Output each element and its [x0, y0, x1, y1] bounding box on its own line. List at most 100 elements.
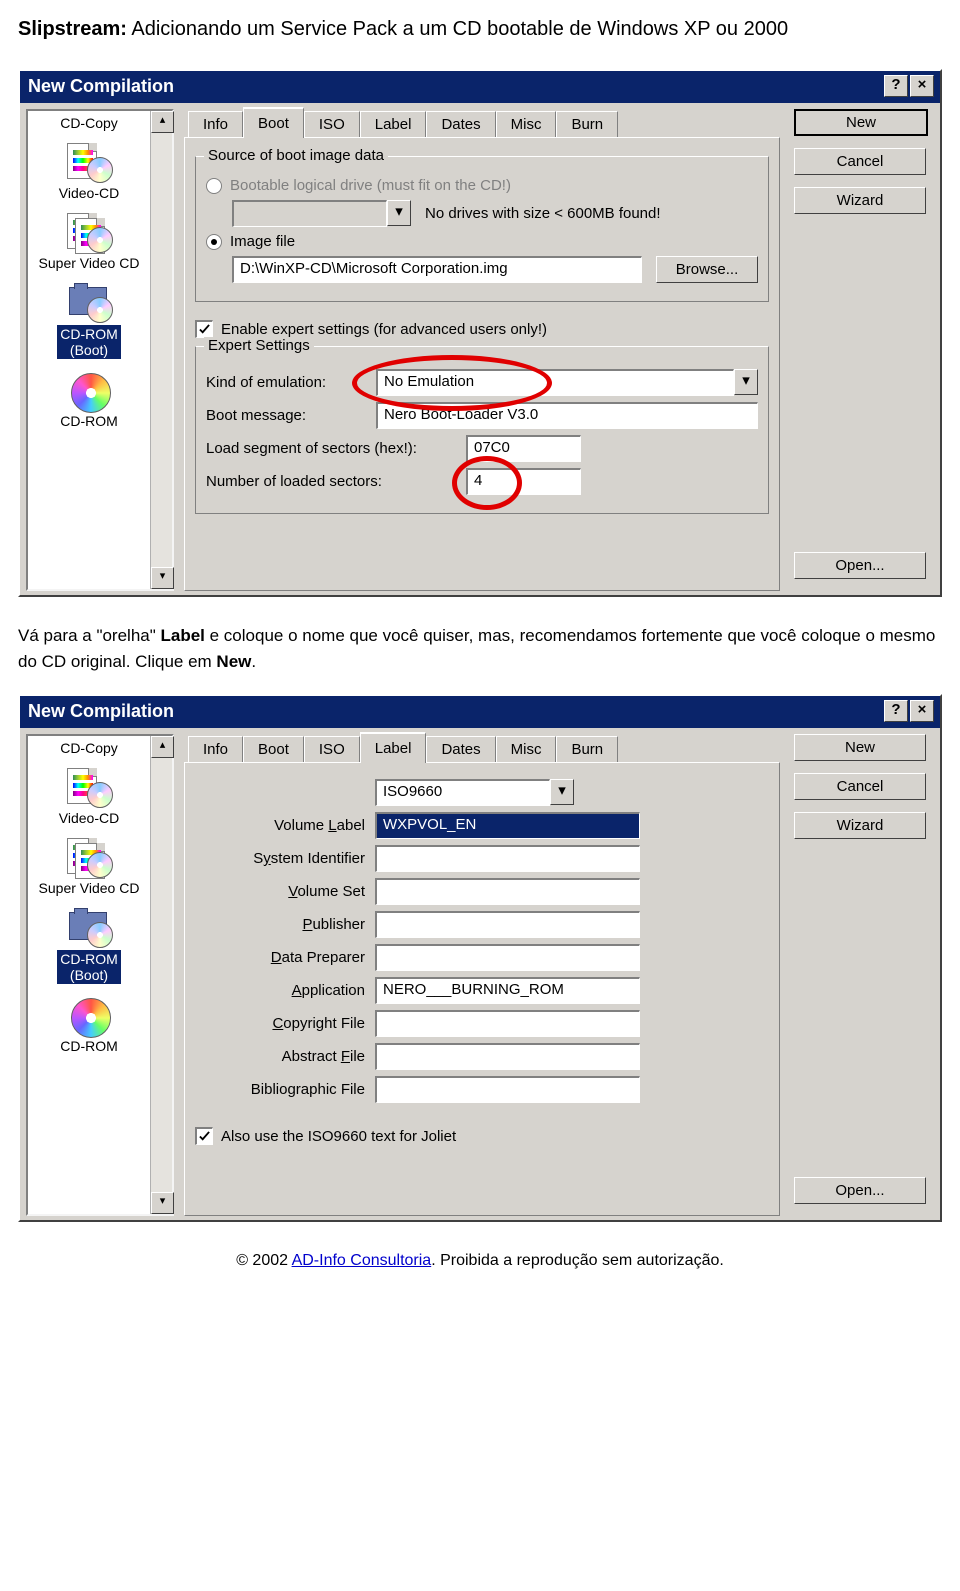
window-title: New Compilation: [28, 76, 174, 97]
type-sidebar: CD-Copy Video-CD: [26, 734, 174, 1216]
system-identifier-input[interactable]: [375, 845, 640, 872]
system-identifier-label: System Identifier: [195, 850, 375, 867]
drive-combo-dropdown: ▾: [387, 200, 411, 226]
page-heading: Slipstream: Adicionando um Service Pack …: [18, 18, 942, 41]
enable-expert-checkbox[interactable]: [195, 320, 213, 338]
tab-info[interactable]: Info: [188, 111, 243, 137]
bibliographic-file-label: Bibliographic File: [195, 1081, 375, 1098]
sidebar-item-cdcopy[interactable]: CD-Copy: [30, 738, 148, 762]
close-button[interactable]: ×: [910, 75, 934, 97]
footer-link[interactable]: AD-Info Consultoria: [292, 1252, 432, 1269]
radio-logical-drive: Bootable logical drive (must fit on the …: [206, 177, 758, 194]
cdrom-icon: [65, 996, 113, 1036]
cdromboot-icon: [65, 908, 113, 948]
volume-label-label: Volume Label: [195, 817, 375, 834]
tab-info[interactable]: Info: [188, 736, 243, 762]
cdromboot-icon: [65, 283, 113, 323]
boot-message-label: Boot message:: [206, 407, 376, 424]
num-sectors-label: Number of loaded sectors:: [206, 473, 466, 490]
type-sidebar: CD-Copy Video-CD: [26, 109, 174, 591]
abstract-file-input[interactable]: [375, 1043, 640, 1070]
data-preparer-label: Data Preparer: [195, 949, 375, 966]
enable-expert-label: Enable expert settings (for advanced use…: [221, 321, 547, 338]
cancel-button[interactable]: Cancel: [794, 773, 926, 800]
tab-misc[interactable]: Misc: [496, 111, 557, 137]
videocd-icon: [65, 768, 113, 808]
highlight-sectors: [452, 456, 522, 510]
sidebar-item-cdromboot[interactable]: CD-ROM (Boot): [30, 902, 148, 990]
nero-dialog-boot: New Compilation ? × CD-Copy Video-CD: [18, 69, 942, 597]
cancel-button[interactable]: Cancel: [794, 148, 926, 175]
tab-label[interactable]: Label: [360, 111, 427, 137]
tab-boot[interactable]: Boot: [243, 736, 304, 762]
volume-label-input[interactable]: WXPVOL_EN: [375, 812, 640, 839]
load-segment-label: Load segment of sectors (hex!):: [206, 440, 466, 457]
nero-dialog-label: New Compilation ? × CD-Copy Video-CD: [18, 694, 942, 1222]
videocd-icon: [65, 143, 113, 183]
sidebar-scrollbar[interactable]: ▴ ▾: [150, 111, 172, 589]
page-footer: © 2002 AD-Info Consultoria. Proibida a r…: [18, 1252, 942, 1270]
also-joliet-checkbox[interactable]: [195, 1127, 213, 1145]
abstract-file-label: Abstract File: [195, 1048, 375, 1065]
open-button[interactable]: Open...: [794, 1177, 926, 1204]
scroll-down-button[interactable]: ▾: [151, 1192, 174, 1214]
also-joliet-label: Also use the ISO9660 text for Joliet: [221, 1128, 456, 1145]
tab-dates[interactable]: Dates: [426, 736, 495, 762]
tab-iso[interactable]: ISO: [304, 111, 360, 137]
tab-burn[interactable]: Burn: [556, 736, 618, 762]
tab-label[interactable]: Label: [360, 732, 427, 763]
tab-burn[interactable]: Burn: [556, 111, 618, 137]
wizard-button[interactable]: Wizard: [794, 812, 926, 839]
sidebar-item-cdrom[interactable]: CD-ROM: [30, 990, 148, 1060]
cdrom-icon: [65, 371, 113, 411]
label-type-combo[interactable]: ISO9660: [375, 779, 550, 806]
kind-of-emulation-dropdown[interactable]: ▾: [734, 369, 758, 395]
titlebar: New Compilation ? ×: [20, 71, 940, 103]
browse-button[interactable]: Browse...: [656, 256, 758, 283]
tabs: Info Boot ISO Label Dates Misc Burn: [184, 109, 780, 137]
tab-misc[interactable]: Misc: [496, 736, 557, 762]
tab-boot[interactable]: Boot: [243, 107, 304, 138]
tab-dates[interactable]: Dates: [426, 111, 495, 137]
highlight-emulation: [352, 355, 552, 411]
volume-set-input[interactable]: [375, 878, 640, 905]
sidebar-item-cdcopy[interactable]: CD-Copy: [30, 113, 148, 137]
open-button[interactable]: Open...: [794, 552, 926, 579]
bibliographic-file-input[interactable]: [375, 1076, 640, 1103]
instruction-text: Vá para a "orelha" Label e coloque o nom…: [18, 623, 942, 674]
copyright-file-label: Copyright File: [195, 1015, 375, 1032]
scroll-up-button[interactable]: ▴: [151, 736, 174, 758]
image-path-input[interactable]: D:\WinXP-CD\Microsoft Corporation.img: [232, 256, 642, 283]
new-button[interactable]: New: [794, 734, 926, 761]
label-type-dropdown[interactable]: ▾: [550, 779, 574, 805]
close-button[interactable]: ×: [910, 700, 934, 722]
tabs: Info Boot ISO Label Dates Misc Burn: [184, 734, 780, 762]
help-button[interactable]: ?: [884, 700, 908, 722]
publisher-input[interactable]: [375, 911, 640, 938]
sidebar-scrollbar[interactable]: ▴ ▾: [150, 736, 172, 1214]
new-button[interactable]: New: [794, 109, 928, 136]
application-label: Application: [195, 982, 375, 999]
sidebar-item-svcd[interactable]: Super Video CD: [30, 207, 148, 277]
wizard-button[interactable]: Wizard: [794, 187, 926, 214]
scroll-up-button[interactable]: ▴: [151, 111, 174, 133]
sidebar-item-svcd[interactable]: Super Video CD: [30, 832, 148, 902]
data-preparer-input[interactable]: [375, 944, 640, 971]
kind-of-emulation-label: Kind of emulation:: [206, 374, 376, 391]
window-title: New Compilation: [28, 701, 174, 722]
scroll-down-button[interactable]: ▾: [151, 567, 174, 589]
sidebar-item-cdrom[interactable]: CD-ROM: [30, 365, 148, 435]
sidebar-item-videocd[interactable]: Video-CD: [30, 137, 148, 207]
radio-image-file[interactable]: Image file: [206, 233, 758, 250]
titlebar: New Compilation ? ×: [20, 696, 940, 728]
copyright-file-input[interactable]: [375, 1010, 640, 1037]
no-drives-label: No drives with size < 600MB found!: [425, 205, 661, 222]
tab-iso[interactable]: ISO: [304, 736, 360, 762]
sidebar-item-videocd[interactable]: Video-CD: [30, 762, 148, 832]
sidebar-item-cdromboot[interactable]: CD-ROM (Boot): [30, 277, 148, 365]
drive-combo: [232, 200, 387, 227]
publisher-label: Publisher: [195, 916, 375, 933]
application-input[interactable]: NERO___BURNING_ROM: [375, 977, 640, 1004]
group-source: Bootable logical drive (must fit on the …: [195, 156, 769, 302]
help-button[interactable]: ?: [884, 75, 908, 97]
